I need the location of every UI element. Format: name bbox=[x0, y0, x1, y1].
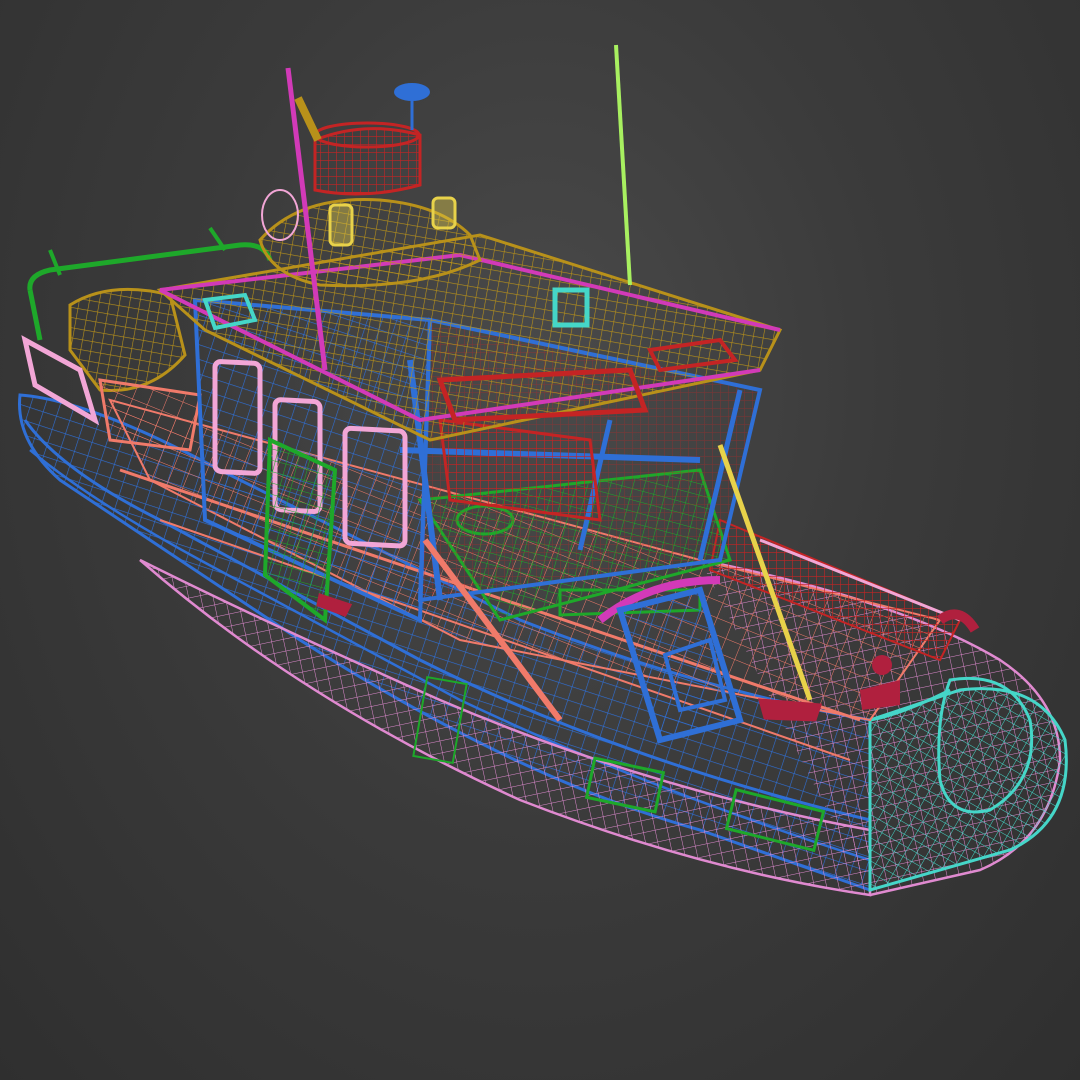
bow-tube bbox=[868, 676, 1068, 892]
radar-dome bbox=[313, 121, 422, 196]
roof-equipment bbox=[258, 189, 482, 288]
outboard-engine bbox=[68, 287, 187, 393]
viewport-3d bbox=[0, 0, 1080, 1080]
boat-wireframe-model bbox=[18, 44, 1068, 897]
gps-antenna bbox=[394, 83, 430, 130]
